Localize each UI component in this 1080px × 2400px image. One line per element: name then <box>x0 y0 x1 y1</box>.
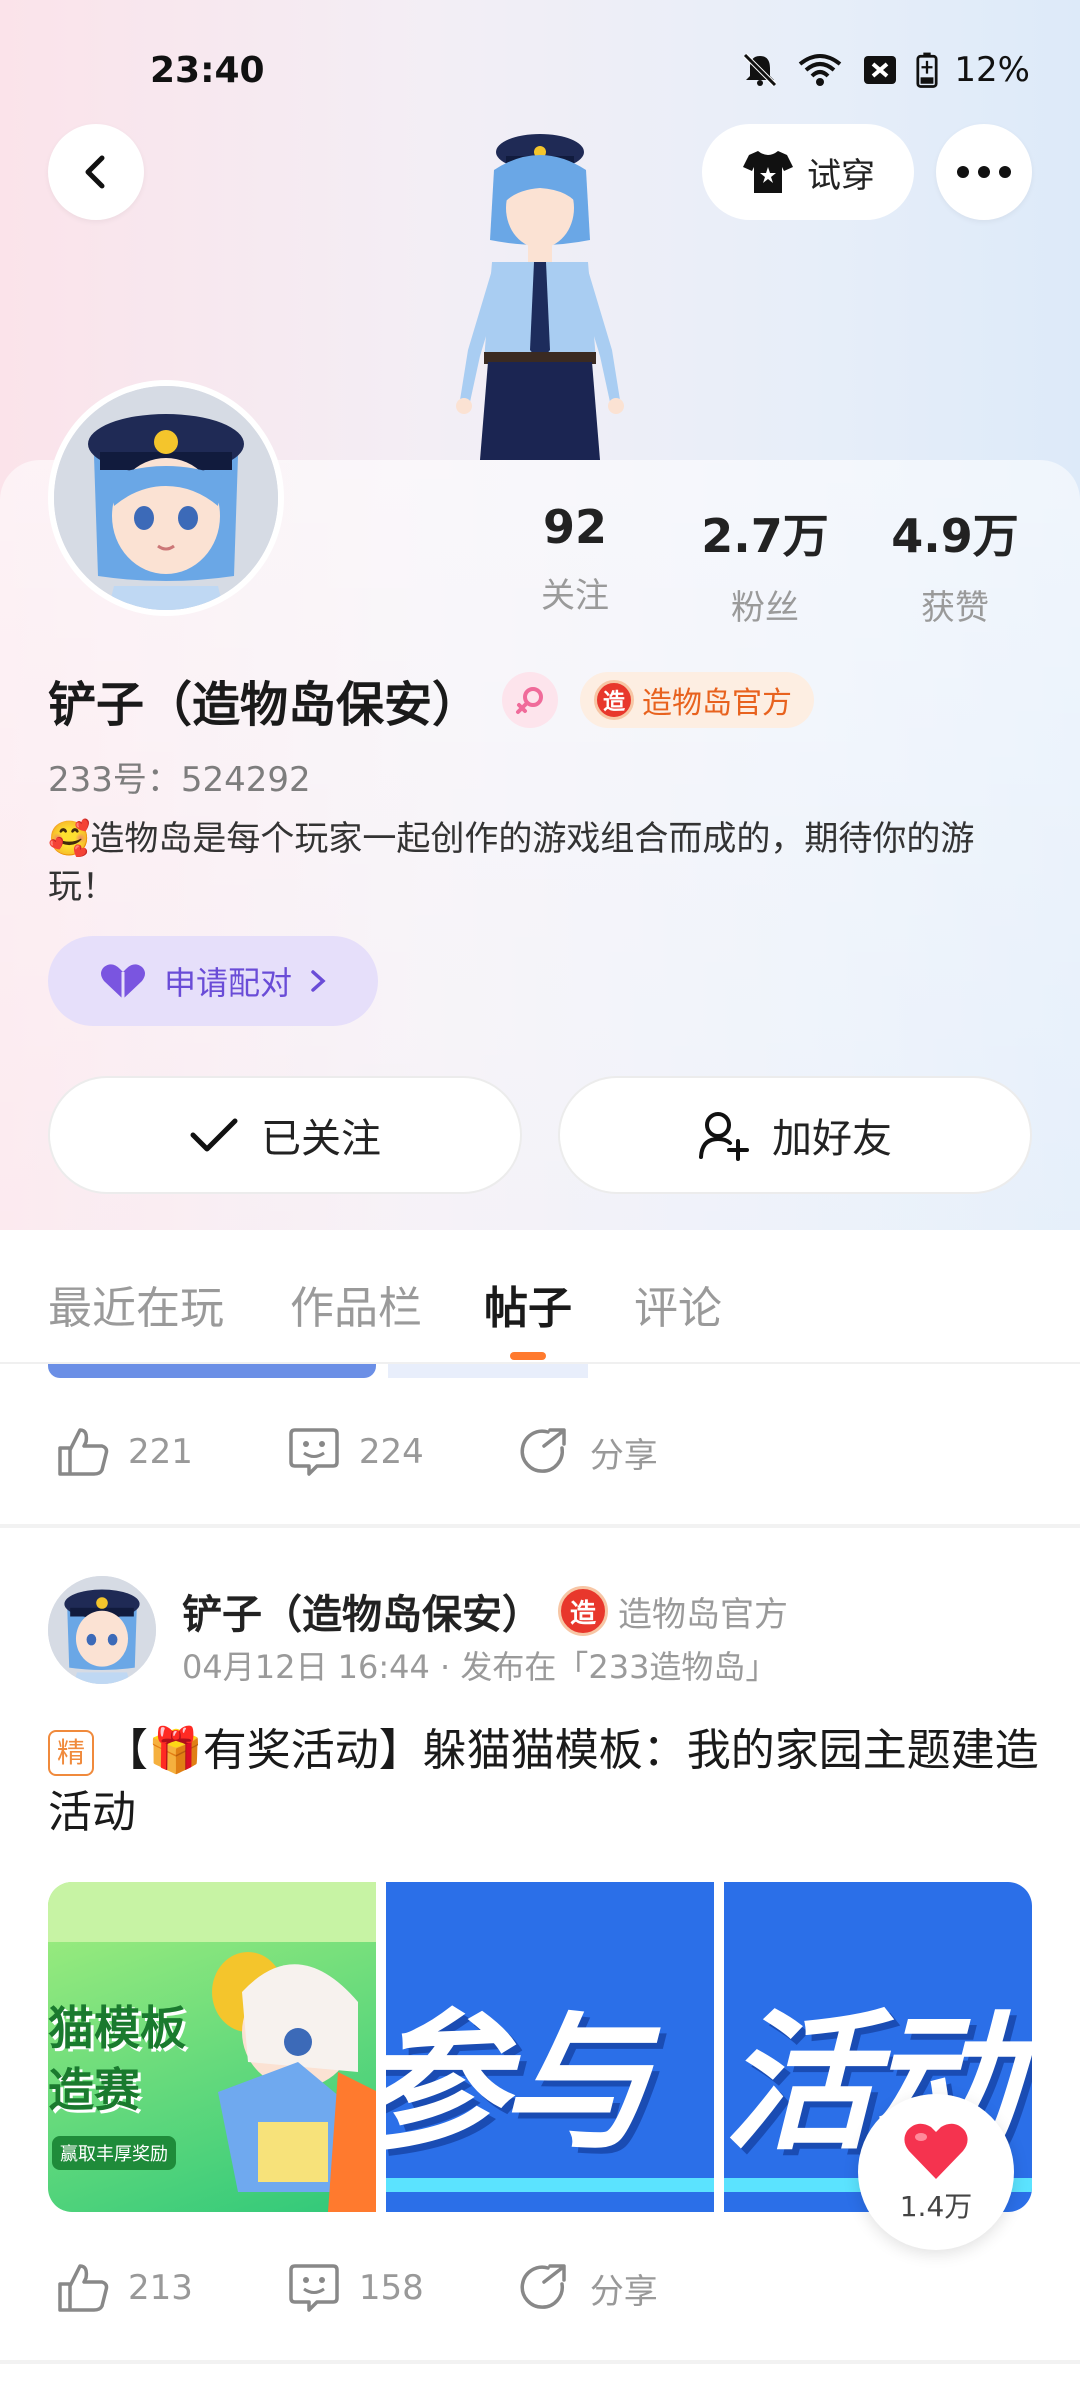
image-1-text-a: 猫模板 <box>48 2001 186 2055</box>
official-label: 造物岛官方 <box>642 686 793 721</box>
stat-followers[interactable]: 2.7万 粉丝 <box>670 500 860 629</box>
comment-icon <box>289 1428 339 1476</box>
add-friend-label: 加好友 <box>772 1116 892 1162</box>
official-seal-icon: 造 <box>558 1586 608 1636</box>
tab-works[interactable]: 作品栏 <box>290 1272 422 1336</box>
comment-button[interactable]: 224 <box>287 1426 424 1478</box>
like-button[interactable]: 213 <box>56 2262 193 2314</box>
profile-avatar[interactable] <box>48 380 284 616</box>
mascot-illustration <box>212 1952 376 2212</box>
official-badge[interactable]: 造 造物岛官方 <box>580 672 815 728</box>
tshirt-icon <box>743 151 793 193</box>
battery-percent: 12% <box>954 50 1030 90</box>
post-actions: 213 158 分享 <box>56 2262 752 2314</box>
official-seal-icon: 造 <box>594 680 635 720</box>
like-button[interactable]: 221 <box>56 1426 193 1478</box>
user-id: 233号：524292 <box>48 760 311 800</box>
share-label: 分享 <box>589 1435 658 1476</box>
followed-label: 已关注 <box>261 1116 381 1162</box>
like-count: 213 <box>128 2268 193 2308</box>
image-1-text-b: 造赛 <box>48 2063 140 2117</box>
add-friend-button[interactable]: 加好友 <box>558 1076 1032 1194</box>
post-header: 铲子（造物岛保安） 造 造物岛官方 04月12日 16:44 · 发布在「233… <box>48 1576 1038 1688</box>
stat-label: 关注 <box>541 576 609 616</box>
banner-underline <box>386 2178 714 2192</box>
status-icons: 12% <box>740 50 1030 90</box>
previous-post-images-edge <box>48 1364 698 1378</box>
try-on-button[interactable]: 试穿 <box>702 124 914 220</box>
tab-recently-played[interactable]: 最近在玩 <box>48 1272 224 1336</box>
status-time: 23:40 <box>150 50 265 91</box>
stat-likes[interactable]: 4.9万 获赞 <box>860 500 1050 629</box>
post-author-name[interactable]: 铲子（造物岛保安） <box>182 1582 542 1640</box>
profile-bio: 🥰造物岛是每个玩家一起创作的游戏组合而成的，期待你的游玩！ <box>48 819 975 907</box>
wifi-icon <box>799 54 842 86</box>
profile-actions: 已关注 加好友 <box>48 1076 1032 1194</box>
image-1-caption: 赢取丰厚奖励 <box>52 2136 176 2170</box>
floating-like-button[interactable]: 1.4万 <box>858 2094 1014 2250</box>
post-official-badge: 造 造物岛官方 <box>558 1586 788 1636</box>
post-author-avatar[interactable] <box>48 1576 156 1684</box>
more-button[interactable] <box>936 124 1032 220</box>
tab-comments[interactable]: 评论 <box>634 1272 722 1336</box>
try-on-label: 试穿 <box>807 155 875 196</box>
mute-bell-icon <box>743 53 778 87</box>
floating-like-count: 1.4万 <box>899 2190 973 2223</box>
profile-name-row: 铲子（造物岛保安） 造 造物岛官方 <box>48 665 815 735</box>
female-gender-icon <box>502 672 559 728</box>
stat-value: 4.9万 <box>891 509 1019 563</box>
back-button[interactable] <box>48 124 144 220</box>
profile-name: 铲子（造物岛保安） <box>48 677 481 733</box>
request-pair-button[interactable]: 申请配对 <box>48 936 378 1026</box>
thumbs-up-icon <box>58 1428 109 1476</box>
battery-icon <box>916 52 938 88</box>
post-author-row: 铲子（造物岛保安） 造 造物岛官方 <box>182 1582 788 1640</box>
more-dots-icon <box>957 166 1011 178</box>
chevron-left-icon <box>85 155 105 189</box>
share-icon <box>520 2264 566 2309</box>
previous-post-actions: 221 224 分享 <box>56 1426 752 1478</box>
thumbs-up-icon <box>58 2264 109 2312</box>
share-button[interactable]: 分享 <box>518 1426 658 1478</box>
banner-text-a: 参与 <box>386 1997 650 2171</box>
character-figure <box>456 134 624 460</box>
active-tab-indicator <box>510 1352 546 1360</box>
chevron-right-icon <box>311 970 326 992</box>
stat-value: 2.7万 <box>701 509 829 563</box>
share-button[interactable]: 分享 <box>518 2262 658 2314</box>
followed-button[interactable]: 已关注 <box>48 1076 522 1194</box>
post-meta: 04月12日 16:44 · 发布在「233造物岛」 <box>182 1648 778 1686</box>
post-image-2[interactable]: 参与 <box>386 1882 714 2212</box>
comment-count: 224 <box>358 1432 424 1472</box>
status-bar: 23:40 12% <box>0 0 1080 140</box>
comment-icon <box>289 2264 339 2312</box>
post-title[interactable]: 精【🎁有奖活动】躲猫猫模板：我的家园主题建造活动 <box>48 1720 1043 1844</box>
avatar-image <box>54 386 278 610</box>
stat-label: 粉丝 <box>731 588 799 628</box>
comment-button[interactable]: 158 <box>287 2262 424 2314</box>
share-label: 分享 <box>589 2271 658 2312</box>
profile-tabs: 最近在玩 作品栏 帖子 评论 <box>0 1232 1080 1364</box>
post-image-1[interactable]: 猫模板 造赛 赢取丰厚奖励 <box>48 1882 376 2212</box>
like-count: 221 <box>128 1432 193 1472</box>
stat-label: 获赞 <box>921 588 989 628</box>
featured-badge: 精 <box>48 1730 94 1776</box>
add-user-icon <box>699 1112 749 1161</box>
check-icon <box>190 1118 238 1152</box>
post-divider <box>0 1524 1080 1528</box>
sim-off-icon <box>864 56 897 84</box>
heart-pair-icon <box>100 964 145 999</box>
heart-icon <box>904 2123 968 2179</box>
post-divider <box>0 2360 1080 2364</box>
post-title-text: 【🎁有奖活动】躲猫猫模板：我的家园主题建造活动 <box>48 1725 1039 1838</box>
stat-following[interactable]: 92 关注 <box>480 500 670 629</box>
share-icon <box>520 1428 566 1473</box>
post-official-label: 造物岛官方 <box>618 1594 788 1635</box>
stat-value: 92 <box>542 500 607 554</box>
profile-stats: 92 关注 2.7万 粉丝 4.9万 获赞 <box>480 500 1050 629</box>
tab-posts[interactable]: 帖子 <box>484 1272 572 1336</box>
request-pair-label: 申请配对 <box>163 964 292 1002</box>
avatar-image <box>48 1576 156 1684</box>
comment-count: 158 <box>358 2268 424 2308</box>
